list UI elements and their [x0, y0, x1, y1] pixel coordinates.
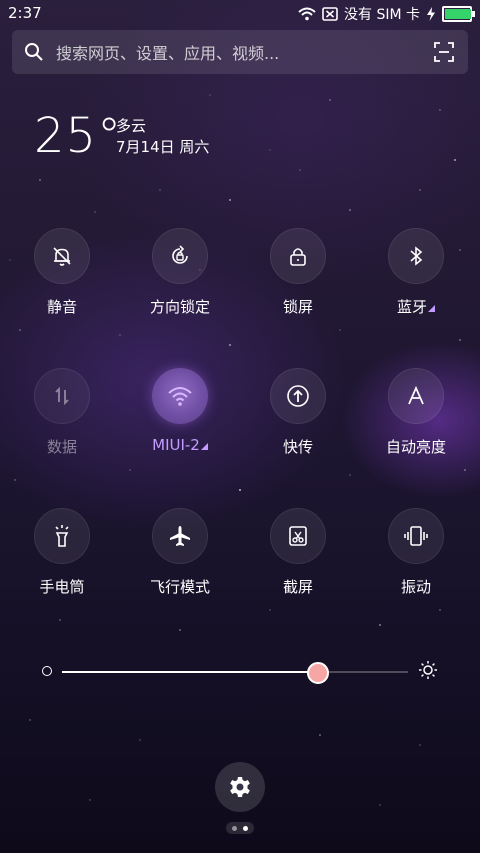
toggle-mute[interactable]: 静音 — [3, 228, 121, 317]
toggle-auto-brightness-label: 自动亮度 — [385, 438, 446, 456]
toggle-wifi[interactable]: MIUI-2 — [121, 368, 239, 454]
weather-condition: 多云 — [116, 117, 147, 135]
search-placeholder: 搜索网页、设置、应用、视频... — [56, 44, 280, 63]
toggle-airplane-mode[interactable]: 飞行模式 — [121, 508, 239, 597]
quick-transfer-icon — [287, 385, 309, 407]
no-sim-icon — [322, 7, 338, 21]
search-bar[interactable]: 搜索网页、设置、应用、视频... — [12, 30, 468, 74]
toggle-rotation-lock-button[interactable] — [152, 228, 208, 284]
more-options-icon — [200, 443, 208, 450]
toggle-quick-transfer-label: 快传 — [282, 438, 313, 456]
gear-icon — [230, 777, 250, 797]
flashlight-icon — [55, 525, 69, 547]
toggle-quick-transfer-button[interactable] — [270, 368, 326, 424]
toggle-mobile-data-button[interactable] — [34, 368, 90, 424]
auto-brightness-icon — [408, 385, 424, 405]
lock-icon — [290, 248, 306, 266]
wifi-icon — [298, 7, 316, 21]
toggle-screenshot-button[interactable] — [270, 508, 326, 564]
brightness-low-icon — [42, 666, 52, 676]
toggle-mute-button[interactable] — [34, 228, 90, 284]
toggle-airplane-mode-button[interactable] — [152, 508, 208, 564]
toggle-airplane-mode-label: 飞行模式 — [149, 578, 210, 596]
toggle-bluetooth-label: 蓝牙 — [357, 296, 475, 317]
charging-icon — [427, 7, 435, 21]
weather-widget[interactable]: 25° 多云 7月14日 周六 — [34, 108, 209, 164]
status-icons: 没有 SIM 卡 — [298, 4, 475, 24]
page-dot-active — [243, 825, 248, 831]
vibrate-icon — [404, 526, 428, 546]
toggle-vibrate-button[interactable] — [388, 508, 444, 564]
toggle-mute-label: 静音 — [46, 298, 77, 316]
bell-off-icon — [53, 247, 71, 266]
brightness-fill — [62, 671, 319, 673]
toggle-screenshot-label: 截屏 — [282, 578, 313, 596]
battery-icon — [442, 6, 475, 22]
toggle-bluetooth[interactable]: 蓝牙 — [357, 228, 475, 317]
toggle-mobile-data-label: 数据 — [46, 438, 77, 456]
toggle-lock-screen-button[interactable] — [270, 228, 326, 284]
toggle-wifi-button[interactable] — [152, 368, 208, 424]
airplane-icon — [170, 526, 190, 546]
page-dot — [232, 825, 237, 831]
toggle-auto-brightness-button[interactable] — [388, 368, 444, 424]
brightness-high-icon — [419, 661, 437, 679]
toggle-mobile-data[interactable]: 数据 — [3, 368, 121, 457]
rotation-lock-icon — [172, 245, 188, 264]
page-indicator — [226, 822, 254, 834]
toggle-rotation-lock-label: 方向锁定 — [149, 298, 210, 316]
scan-icon[interactable] — [434, 42, 454, 62]
sim-status-text: 没有 SIM 卡 — [344, 7, 420, 23]
bluetooth-icon — [410, 246, 423, 266]
toggle-flashlight[interactable]: 手电筒 — [3, 508, 121, 597]
toggle-wifi-label: MIUI-2 — [121, 436, 239, 454]
settings-button[interactable] — [215, 762, 265, 812]
toggle-quick-transfer[interactable]: 快传 — [239, 368, 357, 457]
screenshot-icon — [289, 526, 307, 546]
toggle-lock-screen-label: 锁屏 — [282, 298, 313, 316]
search-icon — [25, 43, 43, 61]
temperature: 25° — [34, 108, 123, 164]
toggle-rotation-lock[interactable]: 方向锁定 — [121, 228, 239, 317]
more-options-icon — [428, 305, 435, 312]
mobile-data-icon — [55, 386, 69, 406]
toggle-lock-screen[interactable]: 锁屏 — [239, 228, 357, 317]
brightness-slider[interactable] — [40, 660, 440, 684]
status-time: 2:37 — [8, 4, 42, 22]
weather-date: 7月14日 周六 — [116, 138, 210, 156]
toggle-vibrate[interactable]: 振动 — [357, 508, 475, 597]
toggle-vibrate-label: 振动 — [400, 578, 431, 596]
brightness-knob[interactable] — [307, 662, 330, 684]
status-bar: 2:37 没有 SIM 卡 — [0, 0, 480, 28]
wifi-icon — [168, 387, 192, 406]
toggle-bluetooth-button[interactable] — [388, 228, 444, 284]
toggle-flashlight-label: 手电筒 — [39, 578, 85, 596]
toggle-flashlight-button[interactable] — [34, 508, 90, 564]
toggle-screenshot[interactable]: 截屏 — [239, 508, 357, 597]
toggle-auto-brightness[interactable]: 自动亮度 — [357, 368, 475, 457]
